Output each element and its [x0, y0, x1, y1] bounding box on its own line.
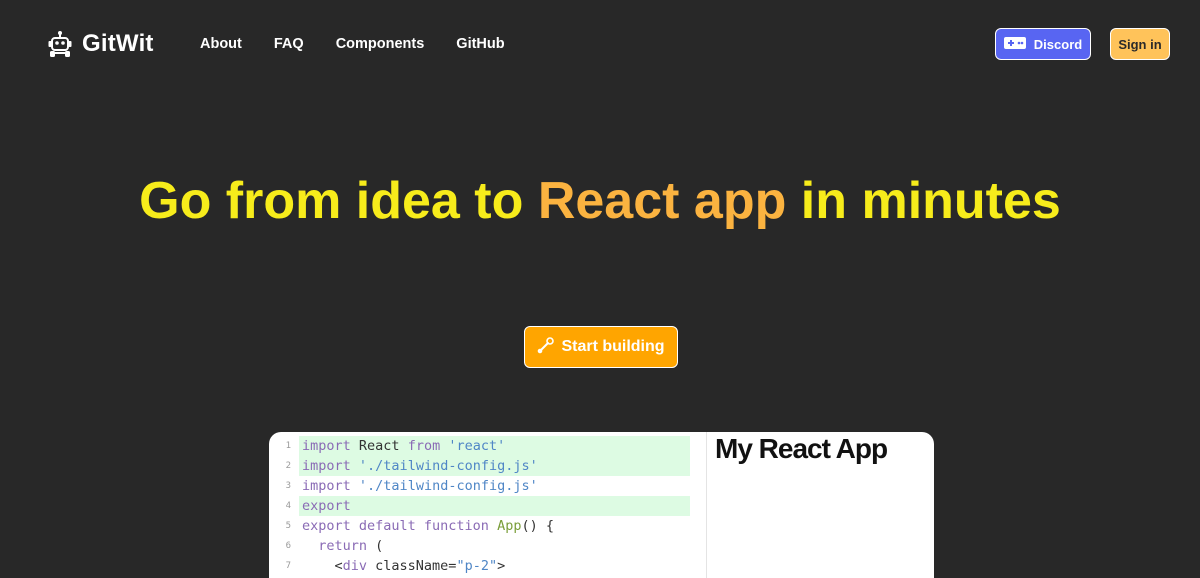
brand-logo[interactable]: GitWit: [48, 29, 154, 59]
start-building-label: Start building: [561, 338, 665, 355]
line-number: 4: [285, 501, 291, 511]
code-line: 7 <div className="p-2">: [269, 556, 705, 576]
code-text: import './tailwind-config.js': [302, 458, 538, 474]
wrench-icon: [537, 336, 555, 359]
code-line: 1 import React from 'react': [269, 436, 705, 456]
code-text: import React from 'react': [302, 438, 506, 454]
hero-title-part3: in minutes: [786, 172, 1061, 230]
code-text: return (: [318, 538, 384, 554]
line-number: 5: [285, 521, 291, 531]
code-text: export: [302, 498, 351, 514]
code-line: 6 return (: [269, 536, 705, 556]
discord-button[interactable]: Discord: [995, 28, 1091, 60]
code-text: export default function App() {: [302, 518, 554, 534]
line-number: 3: [285, 481, 291, 491]
line-number: 6: [285, 541, 291, 551]
preview-title: My React App: [715, 433, 888, 464]
start-building-button[interactable]: Start building: [524, 326, 678, 368]
discord-label: Discord: [1033, 36, 1083, 52]
code-line: 5 export default function App() {: [269, 516, 705, 536]
demo-panel: 1 import React from 'react' 2 import './tai…: [269, 432, 934, 578]
code-line: 3 import './tailwind-config.js': [269, 476, 705, 496]
gamepad-icon: [1003, 36, 1026, 52]
hero-title: Go from idea to React app in minutes: [0, 170, 1200, 233]
site-header: GitWit About FAQ Components GitHub Disco…: [0, 0, 1200, 88]
line-number: 1: [285, 441, 291, 451]
panel-divider: [706, 432, 707, 578]
line-number: 7: [285, 561, 291, 571]
code-line: 4 export: [269, 496, 705, 516]
line-highlight: [299, 496, 690, 516]
nav-github[interactable]: GitHub: [456, 34, 504, 54]
code-editor[interactable]: 1 import React from 'react' 2 import './tai…: [269, 436, 705, 578]
nav-about[interactable]: About: [200, 34, 242, 54]
code-text: <div className="p-2">: [302, 558, 506, 574]
hero-title-part1: Go from idea to: [139, 172, 538, 230]
hero-title-highlight: React app: [537, 172, 787, 230]
brand-name: GitWit: [82, 30, 154, 57]
nav-components[interactable]: Components: [336, 34, 425, 54]
sign-in-button[interactable]: Sign in: [1110, 28, 1170, 60]
line-number: 2: [285, 461, 291, 471]
code-text: import './tailwind-config.js': [302, 478, 538, 494]
nav-faq[interactable]: FAQ: [274, 34, 304, 54]
main-nav: About FAQ Components GitHub: [200, 34, 537, 54]
code-line: 2 import './tailwind-config.js': [269, 456, 705, 476]
robot-icon: [48, 30, 72, 58]
